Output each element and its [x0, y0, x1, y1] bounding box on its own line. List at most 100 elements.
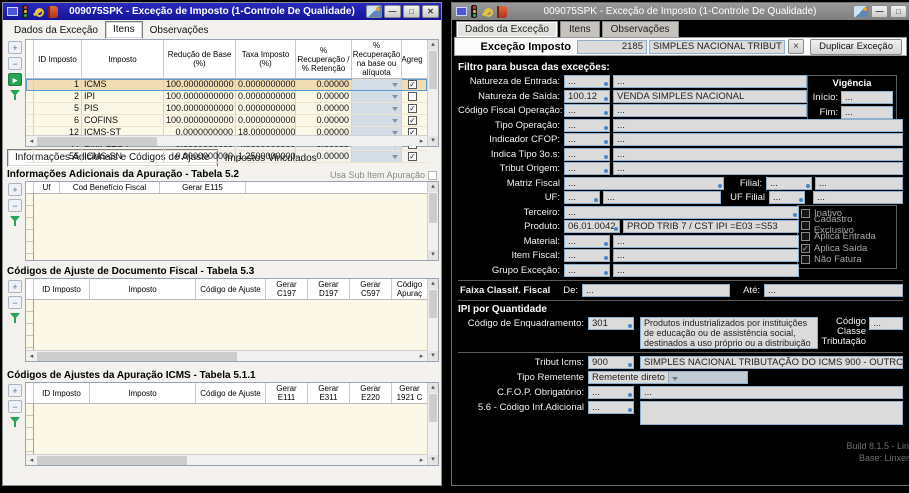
col-id-imposto[interactable]: ID Imposto [34, 279, 90, 299]
scroll-down-icon[interactable]: ▾ [428, 136, 438, 146]
col-taxa-imposto[interactable]: Taxa Imposto (%) [236, 40, 296, 78]
natureza-saida-code-field[interactable]: 100.12 [564, 90, 610, 103]
table-row[interactable]: 2 IPI 100.0000000000 0.0000000000 0.0000… [26, 91, 427, 103]
tribut-origem-code-field[interactable]: ... [564, 162, 610, 175]
minimize-button[interactable]: — [384, 5, 401, 18]
col-codigo-ajuste[interactable]: Código de Ajuste [196, 383, 266, 403]
classe-tributacao-field[interactable]: ... [869, 317, 903, 330]
excecao-codigo-field[interactable]: 2185 [577, 40, 647, 54]
filter-funnel-icon[interactable] [9, 215, 21, 227]
aplica-saida-checkbox[interactable] [801, 244, 810, 253]
tipo-operacao-desc-field[interactable]: ... [613, 119, 903, 132]
inf-adicional-text-field[interactable] [640, 401, 903, 425]
agreg-checkbox[interactable] [408, 116, 417, 125]
usa-sub-item-checkbox[interactable] [428, 171, 437, 180]
delete-row-icon[interactable]: − [8, 199, 22, 212]
indica-tipo-code-field[interactable]: ... [564, 148, 610, 161]
scrollbar-thumb[interactable] [37, 456, 187, 465]
scroll-left-icon[interactable]: ◂ [26, 137, 37, 145]
recuperacao-dropdown[interactable] [352, 79, 402, 90]
tribut-origem-desc-field[interactable]: ... [613, 162, 903, 175]
delete-row-icon[interactable]: − [8, 400, 22, 413]
indica-tipo-desc-field[interactable]: ... [613, 148, 903, 161]
faixa-de-field[interactable]: ... [582, 284, 730, 297]
delete-row-icon[interactable]: − [8, 57, 22, 70]
system-menu-icon[interactable] [456, 7, 467, 16]
natureza-entrada-code-field[interactable]: ... [564, 75, 610, 88]
duplicar-excecao-button[interactable]: Duplicar Exceção [810, 39, 902, 55]
scrollbar-thumb[interactable] [429, 51, 437, 89]
col-gerar-e220[interactable]: Gerar E220 [350, 383, 392, 403]
uf-desc-field[interactable]: ... [603, 191, 721, 204]
col-recuperacao-base[interactable]: % Recuperação na base ou alíquota [352, 40, 402, 78]
col-agreg[interactable]: Agreg [402, 40, 422, 78]
filter-funnel-icon[interactable] [9, 312, 21, 324]
scroll-up-icon[interactable]: ▴ [428, 383, 438, 393]
tipo-operacao-code-field[interactable]: ... [564, 119, 610, 132]
natureza-saida-desc-field[interactable]: VENDA SIMPLES NACIONAL [613, 90, 807, 103]
right-titlebar[interactable]: 009075SPK - Exceção de Imposto (1-Contro… [452, 3, 909, 20]
filter-funnel-icon[interactable] [9, 416, 21, 428]
enquadramento-code-field[interactable]: 301 [588, 317, 634, 330]
scrollbar-thumb[interactable] [429, 290, 437, 318]
scrollbar-thumb[interactable] [429, 193, 437, 223]
inf-adicional-code-field[interactable]: ... [588, 401, 634, 414]
scrollbar-thumb[interactable] [37, 137, 157, 146]
col-gerar-1921[interactable]: Gerar 1921 C [392, 383, 427, 403]
col-imposto[interactable]: Imposto [90, 279, 196, 299]
codigo-fiscal-code-field[interactable]: ... [564, 104, 610, 117]
col-gerar-e311[interactable]: Gerar E311 [308, 383, 350, 403]
delete-row-icon[interactable]: − [8, 296, 22, 309]
item-fiscal-desc-field[interactable]: ... [613, 249, 799, 262]
agreg-checkbox[interactable] [408, 152, 417, 161]
aplica-entrada-checkbox[interactable] [801, 232, 810, 241]
excecao-descricao-field[interactable]: SIMPLES NACIONAL TRIBUT 900 [649, 40, 785, 54]
clear-button[interactable]: × [788, 39, 804, 54]
tab-observacoes[interactable]: Observações [602, 21, 679, 37]
close-button[interactable]: ✕ [422, 5, 439, 18]
col-imposto[interactable]: Imposto [90, 383, 196, 403]
scroll-up-icon[interactable]: ▴ [428, 40, 438, 50]
indicador-cfop-desc-field[interactable]: ... [613, 133, 903, 146]
horizontal-scrollbar[interactable]: ◂ ▸ [26, 454, 427, 465]
col-gerar-d197[interactable]: Gerar D197 [308, 279, 350, 299]
col-gerar-c597[interactable]: Gerar C597 [350, 279, 392, 299]
faixa-ate-field[interactable]: ... [764, 284, 903, 297]
inativo-checkbox[interactable] [801, 209, 810, 218]
grupo-excecao-desc-field[interactable]: ... [613, 264, 799, 277]
vertical-scrollbar[interactable]: ▴ ▾ [427, 383, 438, 465]
col-id-imposto[interactable]: ID Imposto [34, 383, 90, 403]
codigo-fiscal-desc-field[interactable]: ... [613, 104, 807, 117]
tribut-icms-code-field[interactable]: 900 [588, 356, 634, 369]
col-codigo-apuracao[interactable]: Código Apuraç [392, 279, 427, 299]
agreg-checkbox[interactable] [408, 104, 417, 113]
uf-filial-desc-field[interactable]: ... [813, 191, 903, 204]
col-uf[interactable]: Uf [34, 182, 60, 193]
recuperacao-dropdown[interactable] [352, 115, 402, 126]
col-codigo-ajuste[interactable]: Código de Ajuste [196, 279, 266, 299]
picture-button[interactable] [366, 5, 382, 18]
col-gerar-e111[interactable]: Gerar E111 [266, 383, 308, 403]
natureza-entrada-desc-field[interactable]: ... [613, 75, 807, 88]
scroll-down-icon[interactable]: ▾ [428, 455, 438, 465]
picture-button[interactable] [853, 5, 869, 18]
horizontal-scrollbar[interactable]: ◂ ▸ [26, 350, 427, 361]
cadastro-exclusivo-checkbox[interactable] [801, 221, 810, 230]
vigencia-fim-field[interactable]: ... [841, 106, 893, 119]
tipo-remetente-select[interactable]: Remetente direto [588, 371, 748, 384]
scroll-right-icon[interactable]: ▸ [416, 137, 427, 145]
enquadramento-desc-field[interactable]: Produtos industrializados por instituiçõ… [640, 317, 818, 349]
scroll-up-icon[interactable]: ▴ [428, 279, 438, 289]
col-reducao-base[interactable]: Redução de Base (%) [164, 40, 236, 78]
item-fiscal-code-field[interactable]: ... [564, 249, 610, 262]
vertical-scrollbar[interactable]: ▴ ▾ [427, 279, 438, 361]
tab-itens[interactable]: Itens [105, 21, 143, 39]
material-desc-field[interactable]: ... [613, 235, 799, 248]
uf-code-field[interactable]: ... [564, 191, 600, 204]
scroll-left-icon[interactable]: ◂ [26, 352, 37, 360]
nao-fatura-checkbox[interactable] [801, 255, 810, 264]
matriz-fiscal-field[interactable]: ... [564, 177, 724, 190]
table-row[interactable]: 55 ICMS-SN 0.0000000000 1.2500000000 0.0… [26, 151, 427, 163]
export-icon[interactable]: ▸ [8, 73, 22, 86]
tab-dados-da-excecao[interactable]: Dados da Exceção [456, 21, 558, 37]
